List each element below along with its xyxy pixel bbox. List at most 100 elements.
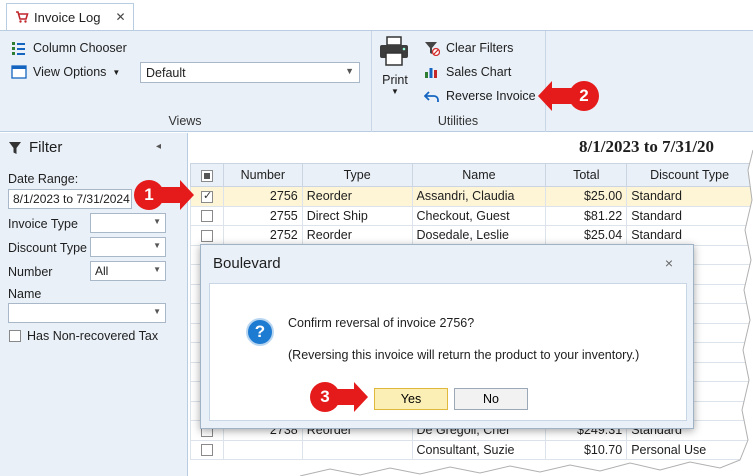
cell-discount-type: Standard (626, 186, 753, 207)
column-header-type[interactable]: Type (301, 163, 413, 187)
cell-name: Assandri, Claudia (411, 186, 547, 207)
print-label: Print (382, 73, 408, 87)
row-checkbox[interactable] (200, 189, 213, 203)
cell-total: $81.22 (545, 205, 628, 226)
discount-type-select[interactable]: ▼ (90, 237, 166, 257)
chevron-down-icon: ▼ (153, 241, 161, 250)
cell-number: 2752 (222, 225, 303, 246)
clear-filters-label: Clear Filters (446, 41, 514, 55)
view-select[interactable]: Default ▼ (140, 62, 360, 83)
annotation-arrow-1 (160, 180, 194, 210)
number-label: Number (8, 265, 53, 279)
filter-title: Filter (29, 139, 63, 156)
ribbon: Column Chooser View Options ▼ Default ▼ … (0, 30, 753, 132)
table-header-row: Number Type Name Total Discount Type (190, 163, 753, 187)
row-checkbox[interactable] (200, 210, 213, 223)
annotation-badge-1: 1 (134, 180, 164, 210)
tab-close-icon[interactable]: ✕ (116, 10, 126, 24)
utilities-group-label: Utilities (437, 114, 479, 128)
annotation-badge-3: 3 (310, 382, 340, 412)
column-header-name[interactable]: Name (411, 163, 547, 187)
cell-total: $25.04 (545, 225, 628, 246)
cell-discount-type: Standard (626, 225, 753, 246)
chevron-down-icon: ▼ (153, 217, 161, 226)
bar-chart-icon (425, 68, 437, 78)
number-select[interactable]: All ▼ (90, 261, 166, 281)
filter-header: Filter (8, 139, 62, 156)
row-select-cell[interactable] (190, 225, 224, 246)
invoice-type-select[interactable]: ▼ (90, 213, 166, 233)
no-button[interactable]: No (454, 388, 528, 410)
cell-type: Direct Ship (301, 205, 413, 226)
reverse-invoice-button[interactable]: Reverse Invoice (424, 86, 536, 106)
tab-title: Invoice Log (34, 9, 101, 25)
non-recovered-tax-checkbox-row[interactable]: Has Non-recovered Tax (9, 329, 158, 343)
cart-icon (16, 11, 29, 23)
dialog-note: (Reversing this invoice will return the … (288, 348, 640, 362)
date-range-header: 8/1/2023 to 7/31/20 (579, 137, 715, 156)
non-recovered-tax-label: Has Non-recovered Tax (27, 329, 159, 343)
table-row[interactable]: Consultant, Suzie $10.70 Personal Use (190, 439, 753, 460)
close-icon[interactable]: × (665, 255, 673, 271)
discount-type-label: Discount Type (8, 241, 87, 255)
yes-button[interactable]: Yes (374, 388, 448, 410)
cell-name: Checkout, Guest (411, 205, 547, 226)
print-button[interactable]: Print ▼ (378, 36, 412, 104)
collapse-arrow-icon[interactable]: ◂ (156, 141, 161, 152)
chevron-down-icon: ▼ (345, 66, 354, 76)
tab-invoice-log[interactable]: Invoice Log ✕ (6, 3, 134, 30)
invoice-type-label: Invoice Type (8, 217, 78, 231)
filter-icon (9, 141, 21, 154)
printer-icon (380, 36, 408, 66)
column-header-total[interactable]: Total (545, 163, 628, 187)
chevron-down-icon: ▼ (153, 265, 161, 274)
name-select[interactable]: ▼ (8, 303, 166, 323)
question-icon: ? (246, 318, 274, 346)
column-header-discount-type[interactable]: Discount Type (626, 163, 753, 187)
cell-discount-type: Personal Use (626, 439, 753, 460)
sales-chart-label: Sales Chart (446, 65, 512, 79)
view-options-button[interactable]: View Options ▼ (11, 62, 120, 82)
column-chooser-icon (12, 41, 25, 55)
reverse-invoice-label: Reverse Invoice (446, 89, 536, 103)
undo-arrow-icon (424, 90, 439, 102)
annotation-arrow-2 (538, 81, 572, 111)
annotation-badge-2: 2 (569, 81, 599, 111)
row-select-cell[interactable] (190, 439, 224, 460)
non-recovered-tax-checkbox[interactable] (9, 330, 21, 342)
row-checkbox[interactable] (200, 229, 213, 242)
row-checkbox[interactable] (200, 444, 213, 457)
cell-type: Reorder (301, 186, 413, 207)
ribbon-separator (371, 31, 372, 132)
table-row[interactable]: 2755 Direct Ship Checkout, Guest $81.22 Sta… (190, 205, 753, 226)
view-select-value: Default (146, 65, 186, 80)
views-group-label: Views (168, 114, 202, 128)
cell-name: Dosedale, Leslie (411, 225, 547, 246)
table-row[interactable]: 2756ReorderAssandri, Claudia$25.00Standa… (190, 186, 753, 207)
cell-number: 2756 (222, 186, 303, 207)
tab-strip: Invoice Log ✕ (0, 0, 753, 30)
date-range-field[interactable]: 8/1/2023 to 7/31/2024 (8, 189, 132, 209)
select-all-checkbox[interactable] (200, 169, 213, 182)
column-chooser-button[interactable]: Column Chooser (11, 38, 127, 58)
cell-number: 2755 (222, 205, 303, 226)
date-range-label: Date Range: (8, 172, 79, 186)
cell-discount-type: Standard (626, 205, 753, 226)
table-row[interactable]: 2752 Reorder Dosedale, Leslie $25.04 Standar… (190, 225, 753, 246)
cell-type: Reorder (301, 225, 413, 246)
confirm-dialog: Boulevard × ? Confirm reversal of invoic… (200, 244, 694, 429)
date-range-value: 8/1/2023 to 7/31/2024 (13, 192, 130, 206)
sales-chart-button[interactable]: Sales Chart (424, 62, 511, 82)
column-chooser-label: Column Chooser (33, 41, 127, 55)
number-select-value: All (95, 264, 109, 278)
dialog-title: Boulevard (213, 255, 281, 272)
chevron-down-icon: ▼ (112, 67, 121, 77)
dialog-message: Confirm reversal of invoice 2756? (288, 316, 475, 330)
cell-number (222, 439, 303, 460)
name-label: Name (8, 287, 42, 301)
chevron-down-icon: ▼ (391, 87, 399, 96)
view-options-label: View Options (33, 65, 107, 79)
column-header-number[interactable]: Number (222, 163, 303, 187)
clear-filters-button[interactable]: Clear Filters (424, 38, 513, 58)
cell-total: $10.70 (545, 439, 628, 460)
